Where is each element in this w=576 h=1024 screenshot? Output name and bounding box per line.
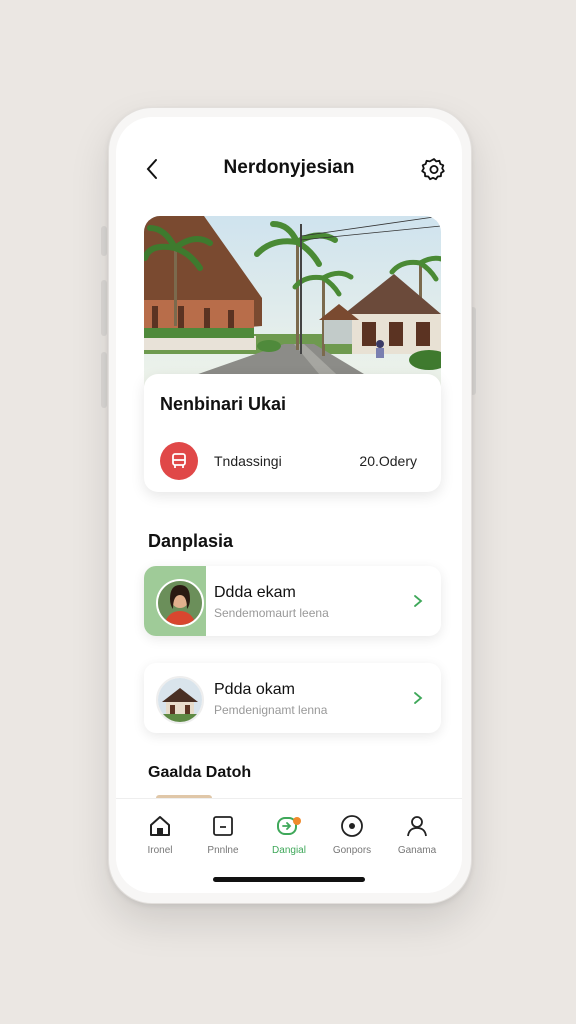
volume-down-button <box>101 352 107 408</box>
home-indicator[interactable] <box>213 877 365 882</box>
user-icon <box>407 816 427 837</box>
tab-label: Ganama <box>397 845 437 856</box>
page-title: Nerdonyjesian <box>223 157 355 178</box>
list-item-title: Pdda okam <box>214 681 295 698</box>
tab-active[interactable]: Dangial <box>259 813 319 856</box>
tab-label: Ironel <box>147 845 173 856</box>
person-avatar <box>156 579 204 627</box>
chevron-left-icon <box>146 159 157 179</box>
featured-place-name: Nenbinari Ukai <box>160 394 287 414</box>
tab-label: Gonpors <box>332 845 372 856</box>
chat-icon <box>277 817 301 835</box>
list-item-title: Ddda ekam <box>214 584 296 601</box>
list-item-thumb <box>144 566 206 636</box>
chevron-right-icon <box>414 595 423 607</box>
list-item[interactable]: Pdda okam Pemdenignamt lenna <box>144 663 441 733</box>
mute-switch <box>101 226 107 256</box>
tab-second[interactable]: Pnnlne <box>193 813 253 856</box>
tab-profile[interactable]: Ganama <box>387 813 447 856</box>
back-button[interactable] <box>136 153 168 185</box>
tab-fourth[interactable]: Gonpors <box>322 813 382 856</box>
category-badge <box>160 442 198 480</box>
gear-icon <box>421 158 445 181</box>
bus-icon <box>172 453 186 468</box>
settings-button[interactable] <box>418 153 450 185</box>
featured-place-category: Tndassingi <box>214 453 282 469</box>
stage: Nerdonyjesian Nenbinari Ukai Tndassingi … <box>0 0 576 1024</box>
list-item-subtitle: Sendemomaurt leena <box>214 606 329 620</box>
list-item[interactable]: Ddda ekam Sendemomaurt leena <box>144 566 441 636</box>
tab-label: Pnnlne <box>207 845 239 856</box>
list-item-thumb <box>144 663 206 733</box>
volume-up-button <box>101 280 107 336</box>
featured-place-info: Nenbinari Ukai Tndassingi 20.Odery <box>144 374 441 492</box>
featured-place-card[interactable]: Nenbinari Ukai Tndassingi 20.Odery <box>144 216 441 492</box>
app-screen: Nerdonyjesian Nenbinari Ukai Tndassingi … <box>116 117 462 893</box>
tab-label: Dangial <box>272 845 306 856</box>
square-icon <box>213 816 233 836</box>
home-icon <box>150 816 170 836</box>
section-title: Gaalda Datoh <box>148 764 252 781</box>
featured-place-distance: 20.Odery <box>359 453 417 469</box>
house-avatar <box>156 676 204 724</box>
tab-home[interactable]: Ironel <box>130 813 190 856</box>
list-item-subtitle: Pemdenignamt lenna <box>214 703 328 717</box>
app-header: Nerdonyjesian <box>116 147 462 191</box>
chevron-right-icon <box>414 692 423 704</box>
featured-place-photo <box>144 216 441 386</box>
section-title: Danplasia <box>148 531 234 551</box>
compass-icon <box>341 815 363 837</box>
